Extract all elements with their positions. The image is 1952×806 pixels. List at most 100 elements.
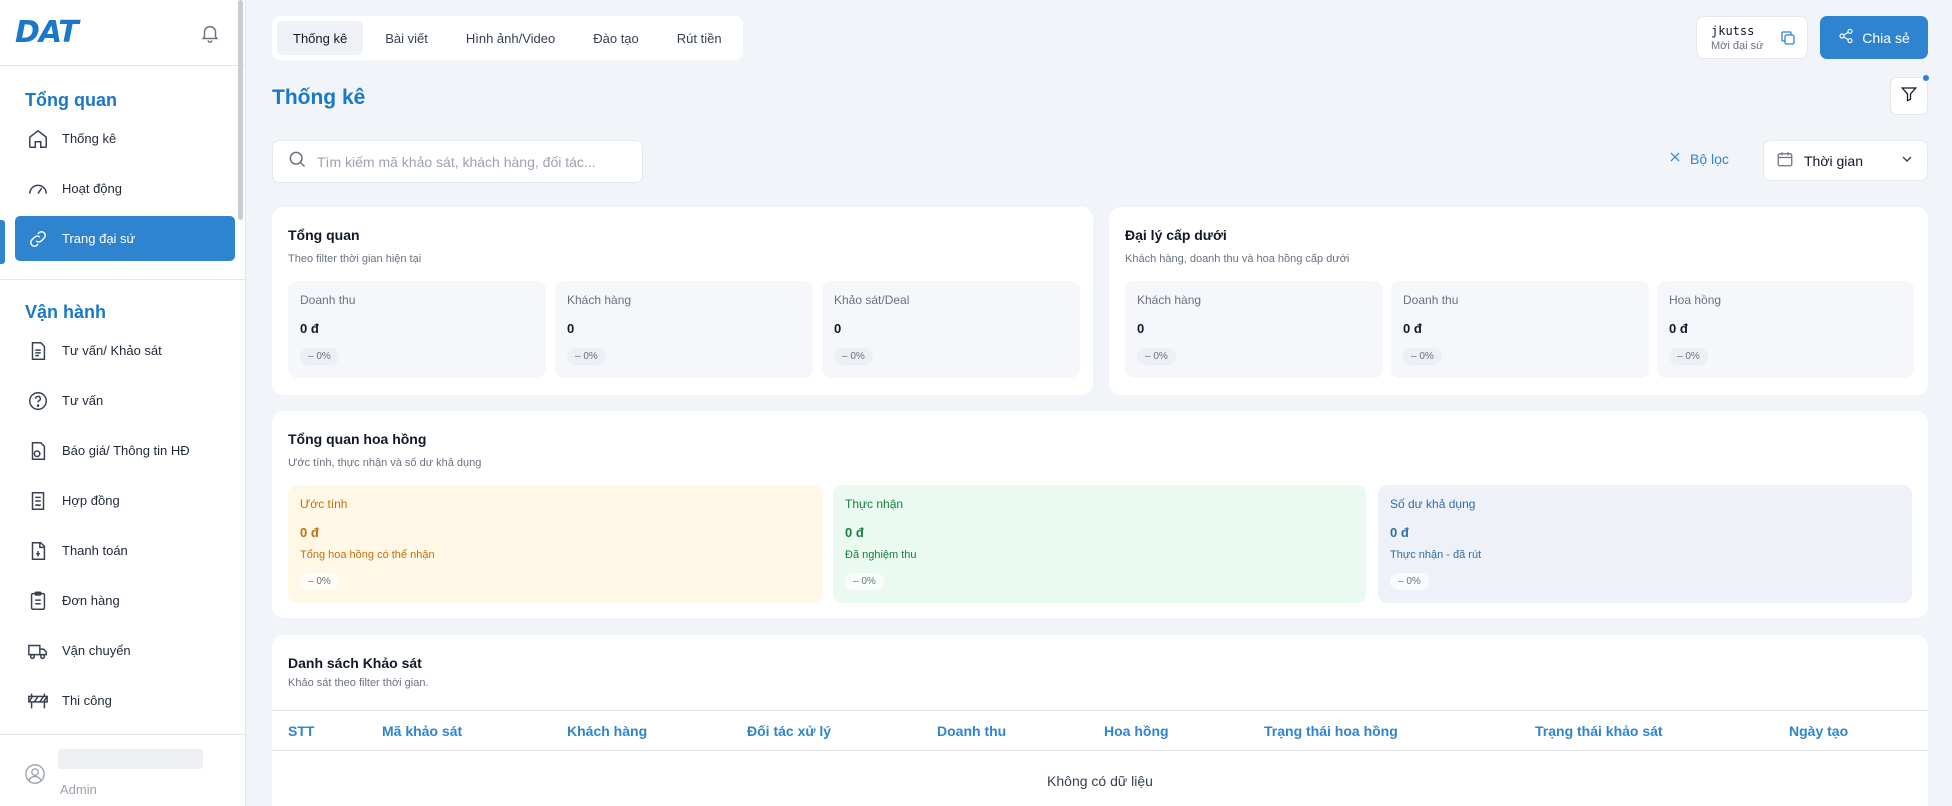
sidebar-item-consult[interactable]: Tư vấn [15,378,235,423]
stat-sub-commission: Hoa hồng 0 đ – 0% [1657,281,1914,378]
sidebar-item-consult-survey[interactable]: Tư vấn/ Khảo sát [15,328,235,373]
stat-sub-customers: Khách hàng 0 – 0% [1125,281,1383,378]
stat-change: – 0% [567,348,606,365]
user-panel[interactable]: Admin [0,734,246,806]
sidebar-item-activity[interactable]: Hoạt động [15,166,235,211]
stat-label: Khách hàng [567,293,632,307]
col-survey-code[interactable]: Mã khảo sát [382,711,567,751]
calendar-icon [1776,150,1794,171]
sidebar-item-label: Tư vấn [62,393,104,408]
stat-surveys-deals: Khảo sát/Deal 0 – 0% [822,281,1080,378]
commission-title: Tổng quan hoa hồng [288,431,427,447]
document-list-icon [26,339,50,363]
sidebar-item-statistics[interactable]: Thống kê [15,116,235,161]
filter-icon [1900,85,1918,108]
stat-label: Ước tính [300,497,348,511]
sidebar-item-construction[interactable]: Thi công [15,678,235,723]
survey-list-title: Danh sách Khảo sát [288,655,422,671]
col-survey-status[interactable]: Trạng thái khảo sát [1535,711,1789,751]
col-partner[interactable]: Đối tác xử lý [747,711,937,751]
sidebar-item-label: Trang đại sứ [62,231,136,246]
stat-note: Tổng hoa hồng có thể nhận [300,549,435,561]
sidebar-item-orders[interactable]: Đơn hàng [15,578,235,623]
search-box [272,140,643,183]
col-created-date[interactable]: Ngày tạo [1789,711,1914,751]
link-icon [26,227,50,251]
survey-table: STT Mã khảo sát Khách hàng Đối tác xử lý… [288,711,1914,751]
top-tabs: Thống kê Bài viết Hình ảnh/Video Đào tạo… [272,16,743,60]
sidebar-divider [0,279,245,280]
stat-value: 0 [834,321,842,336]
sidebar-item-quote[interactable]: Báo giá/ Thông tin HĐ [15,428,235,473]
time-range-select[interactable]: Thời gian [1763,140,1928,181]
sidebar-item-label: Thanh toán [62,543,128,558]
sidebar: DAT Tổng quan Thống kê Hoạt động Trang đ… [0,0,246,806]
referral-code-box: jkutss Mời đại sứ [1696,16,1808,59]
stat-value: 0 đ [845,525,864,540]
col-customer[interactable]: Khách hàng [567,711,747,751]
stat-available-balance: Số dư khả dụng 0 đ Thực nhận - đã rút – … [1378,485,1912,603]
col-index[interactable]: STT [288,711,382,751]
stat-value: 0 đ [300,321,319,336]
stat-value: 0 [567,321,575,336]
col-revenue[interactable]: Doanh thu [937,711,1104,751]
sidebar-item-label: Thống kê [62,131,117,146]
stat-value: 0 [1137,321,1145,336]
sidebar-item-label: Thi công [62,693,112,708]
col-commission[interactable]: Hoa hồng [1104,711,1264,751]
sub-agents-card: Đại lý cấp dưới Khách hàng, doanh thu và… [1109,207,1928,395]
survey-list-subtitle: Khảo sát theo filter thời gian. [288,677,429,689]
page-title: Thống kê [272,86,366,109]
tab-media[interactable]: Hình ảnh/Video [450,21,571,55]
user-role: Admin [60,782,97,797]
search-icon [287,149,307,174]
stat-change: – 0% [1669,348,1708,365]
empty-state: Không có dữ liệu [1047,773,1153,789]
overview-subtitle: Theo filter thời gian hiện tại [288,253,422,265]
time-range-label: Thời gian [1804,152,1863,169]
stat-value: 0 đ [1403,321,1422,336]
home-icon [26,127,50,151]
reset-filter-button[interactable]: Bộ lọc [1668,150,1729,167]
sidebar-item-contract[interactable]: Hợp đồng [15,478,235,523]
section-title-operations: Vận hành [25,302,107,322]
sidebar-item-label: Vận chuyển [62,643,131,658]
tab-posts[interactable]: Bài viết [369,21,444,55]
sidebar-item-label: Hoạt động [62,181,122,196]
stat-label: Số dư khả dụng [1390,497,1476,511]
brand-logo[interactable]: DAT [15,15,79,50]
sidebar-item-shipping[interactable]: Vận chuyển [15,628,235,673]
tab-statistics[interactable]: Thống kê [277,21,364,55]
share-button[interactable]: Chia sẻ [1820,16,1928,59]
stat-revenue: Doanh thu 0 đ – 0% [288,281,546,378]
stat-label: Thực nhận [845,497,904,511]
tab-training[interactable]: Đào tạo [577,21,655,55]
sidebar-item-label: Báo giá/ Thông tin HĐ [62,443,190,458]
commission-subtitle: Ước tính, thực nhận và số dư khả dụng [288,457,482,469]
user-avatar-icon [24,763,46,785]
construction-icon [26,689,50,713]
stat-change: – 0% [300,348,339,365]
nav-operations: Tư vấn/ Khảo sát Tư vấn Báo giá/ Thông t… [0,328,245,723]
stat-label: Hoa hồng [1669,293,1722,307]
sidebar-item-ambassador-page[interactable]: Trang đại sứ [15,216,235,261]
tab-withdraw[interactable]: Rút tiền [661,21,738,55]
payment-icon [26,539,50,563]
stat-note: Đã nghiệm thu [845,549,917,561]
reset-filter-label: Bộ lọc [1690,150,1729,167]
sub-agents-subtitle: Khách hàng, doanh thu và hoa hồng cấp dư… [1125,253,1350,265]
col-commission-status[interactable]: Trạng thái hoa hồng [1264,711,1535,751]
sidebar-scrollbar[interactable] [238,0,243,220]
stat-label: Doanh thu [300,293,356,307]
search-input[interactable] [317,153,627,170]
commission-card: Tổng quan hoa hồng Ước tính, thực nhận v… [272,411,1928,618]
sidebar-item-payment[interactable]: Thanh toán [15,528,235,573]
stat-received: Thực nhận 0 đ Đã nghiệm thu – 0% [833,485,1366,603]
share-icon [1838,28,1854,47]
stat-change: – 0% [300,573,339,590]
filter-button[interactable] [1890,73,1931,115]
clipboard-icon [26,589,50,613]
copy-icon[interactable] [1779,29,1797,47]
bell-icon[interactable] [197,20,223,46]
active-indicator [0,220,5,264]
